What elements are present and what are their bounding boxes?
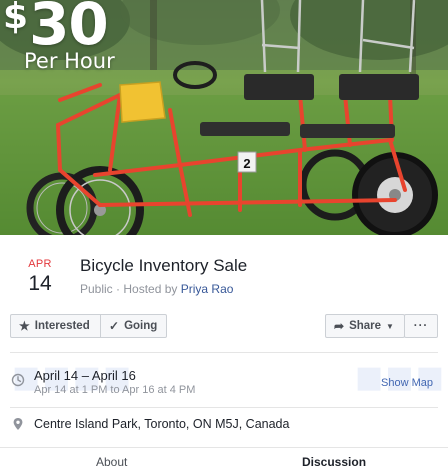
date-month: Apr (28, 258, 52, 270)
clock-icon (11, 373, 25, 387)
map-pin-icon (13, 418, 23, 430)
tab-discussion[interactable]: Discussion (302, 455, 366, 469)
share-label: Share (349, 320, 382, 332)
interested-button[interactable]: ★ Interested (10, 314, 101, 338)
star-icon: ★ (19, 319, 30, 333)
meta-separator: · (116, 282, 121, 296)
section-divider (10, 352, 438, 353)
going-label: Going (124, 320, 158, 332)
event-date-badge: Apr 14 (14, 258, 66, 296)
hosted-by-prefix: Hosted by (123, 282, 178, 296)
bike-number-label: 2 (243, 156, 250, 171)
event-location: Centre Island Park, Toronto, ON M5J, Can… (34, 417, 290, 431)
chevron-down-icon: ▼ (386, 321, 394, 331)
host-link[interactable]: Priya Rao (181, 282, 234, 296)
event-cover-photo[interactable]: 2 $30 Per Hour (0, 0, 448, 235)
event-time-range: April 14 – April 16 (34, 368, 136, 383)
going-button[interactable]: ✓ Going (100, 314, 167, 338)
rate-overlay: Per Hour (24, 49, 115, 73)
event-header: Apr 14 Bicycle Inventory Sale Public · H… (0, 236, 448, 308)
share-button[interactable]: ➦ Share ▼ (325, 314, 405, 338)
event-title: Bicycle Inventory Sale (80, 256, 248, 275)
date-day: 14 (28, 272, 52, 295)
interested-label: Interested (34, 320, 90, 332)
share-arrow-icon: ➦ (334, 319, 345, 333)
event-meta: Public · Hosted by Priya Rao (80, 282, 233, 296)
event-tabs: About Discussion (0, 447, 448, 476)
check-icon: ✓ (109, 319, 120, 333)
show-map-link[interactable]: Show Map (381, 377, 433, 389)
section-divider (10, 407, 438, 408)
more-options-button[interactable]: ··· (404, 314, 438, 338)
tab-about[interactable]: About (96, 455, 127, 469)
more-options-icon: ··· (413, 320, 429, 332)
event-privacy: Public (80, 282, 113, 296)
event-time-detail: Apr 14 at 1 PM to Apr 16 at 4 PM (34, 384, 196, 396)
